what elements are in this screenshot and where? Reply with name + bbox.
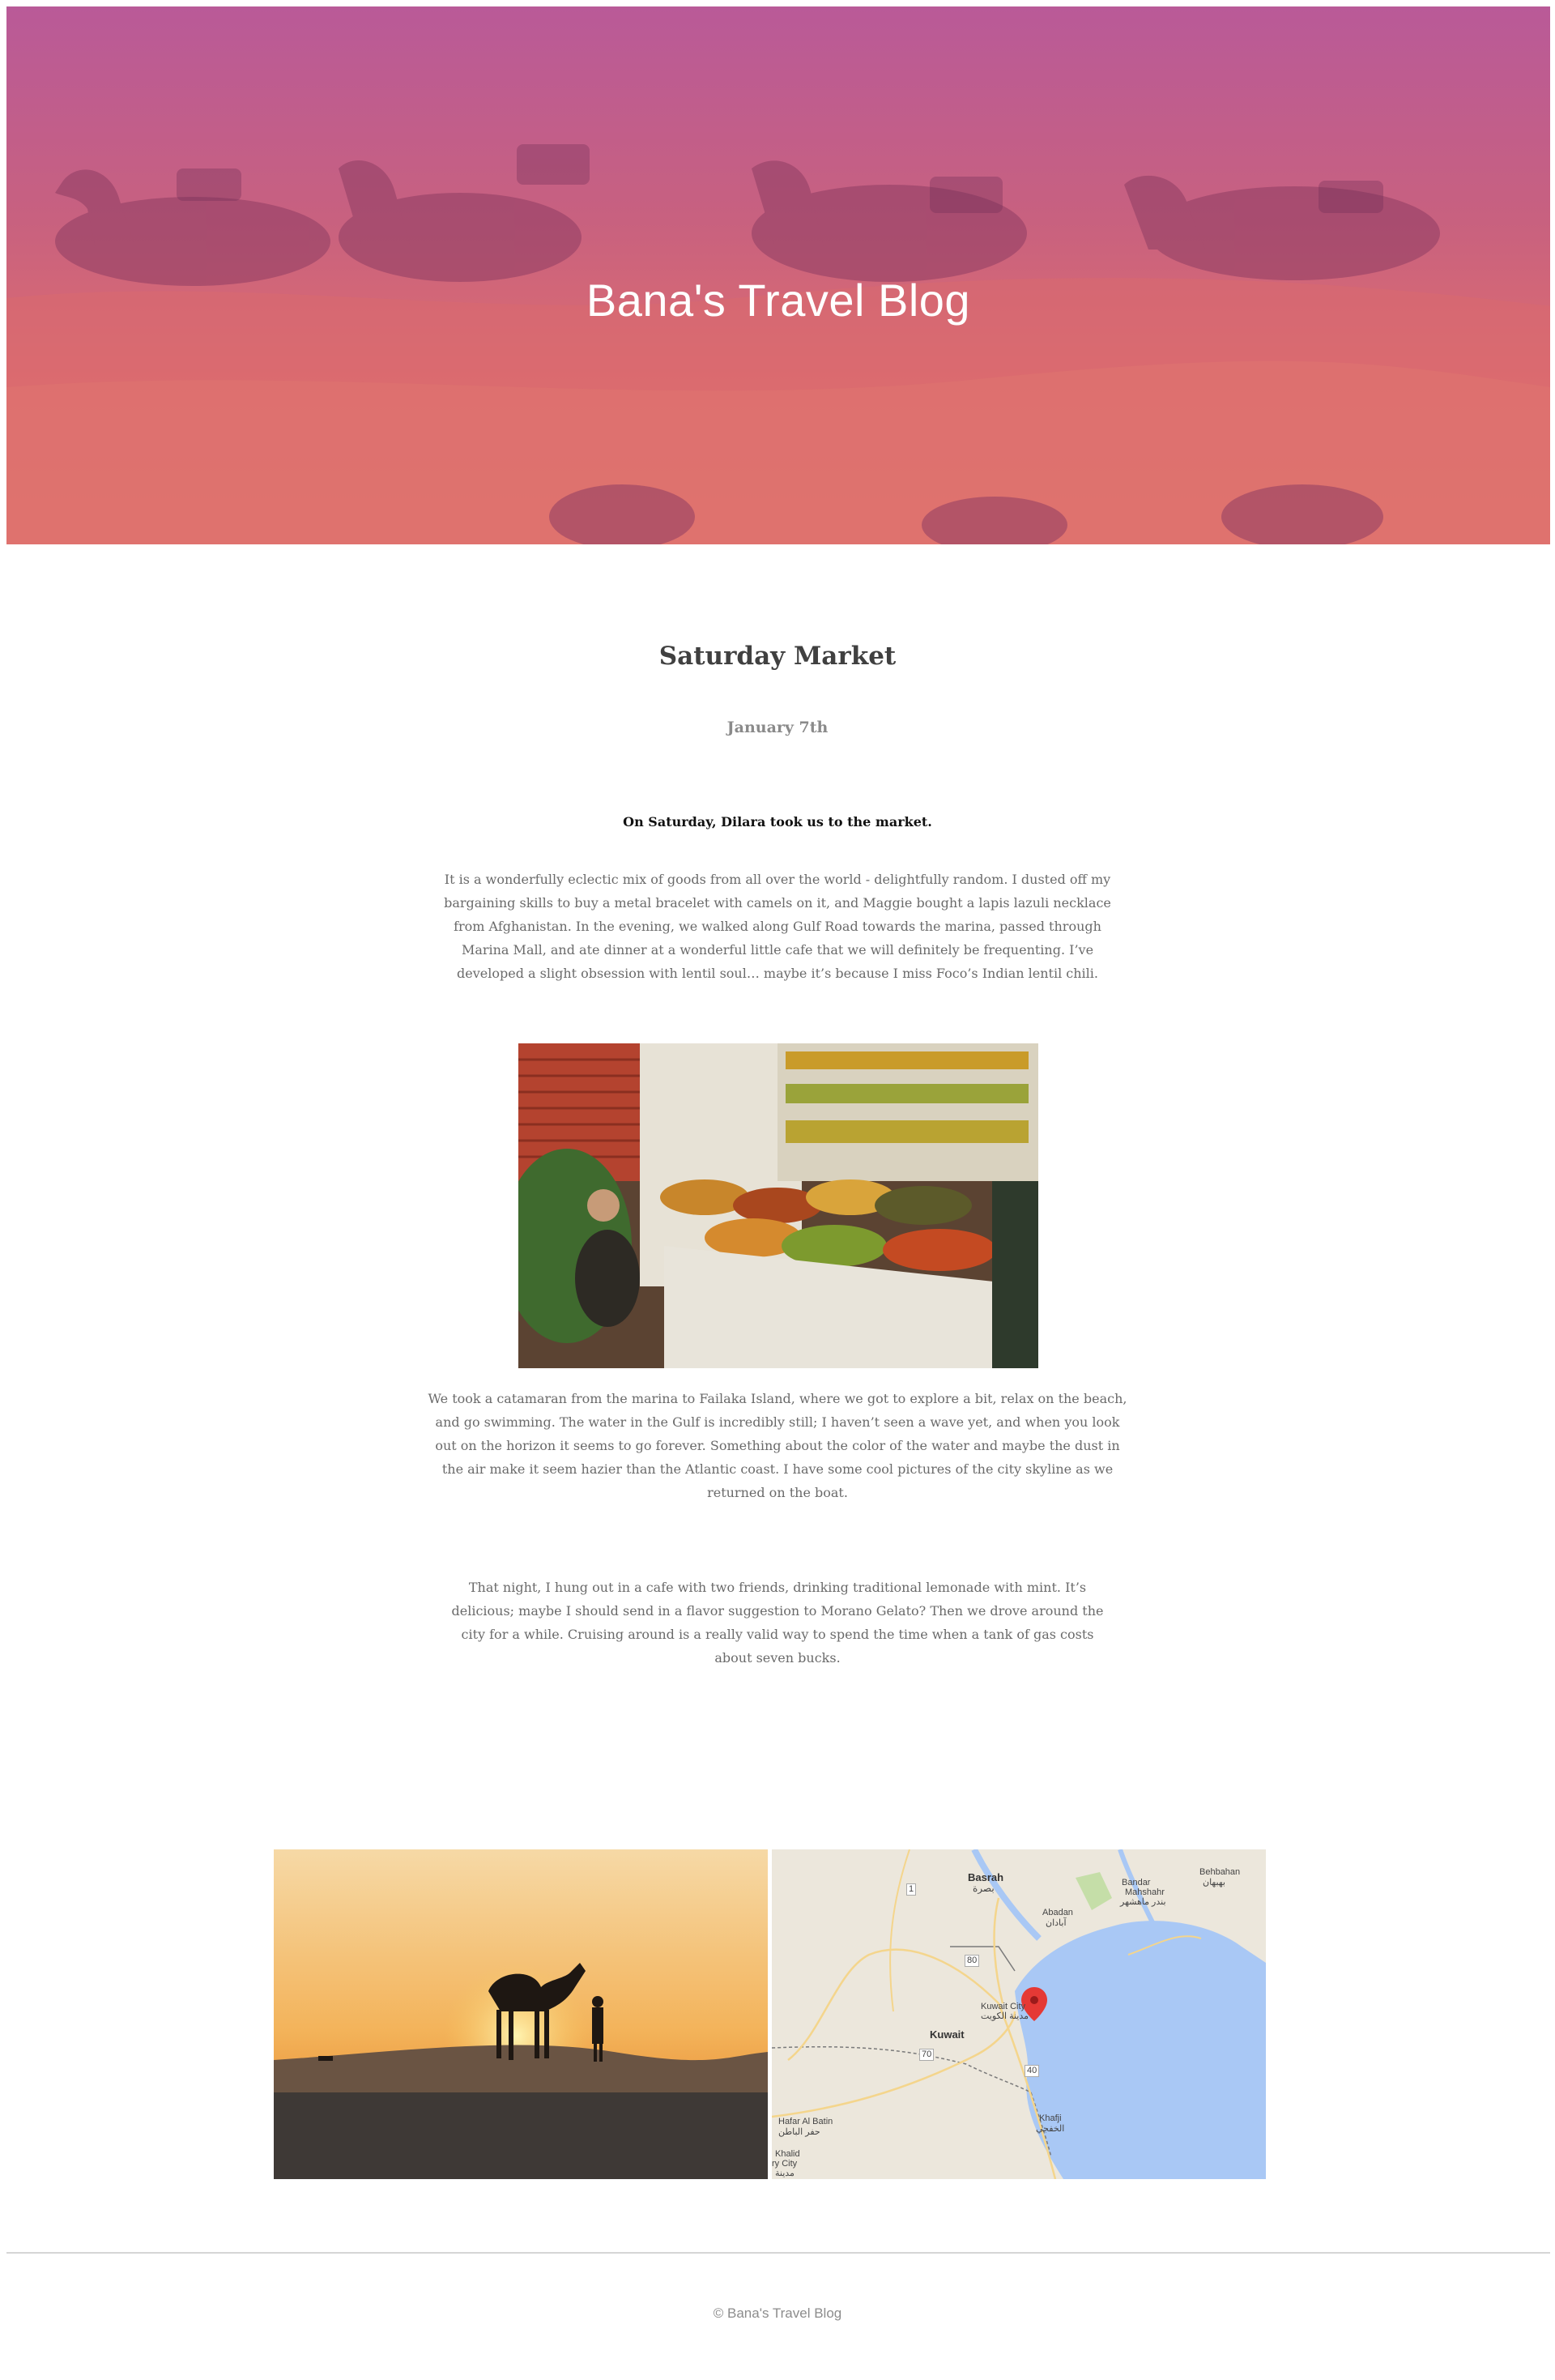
map-label-kuwait: Kuwait [930,2028,965,2041]
site-title: Bana's Travel Blog [586,275,971,326]
post-lead: On Saturday, Dilara took us to the marke… [623,814,932,830]
market-stall-graphic [518,1043,1038,1368]
camel-sunset-image [274,1849,768,2179]
post-date: January 7th [726,719,829,736]
kuwait-map[interactable]: Basrah بصرة Abadan آبادان Bandar Mahshah… [772,1849,1266,2179]
camel-sunset-graphic [274,1849,768,2179]
map-label-basrah-ar: بصرة [973,1883,995,1894]
map-label-basrah: Basrah [968,1871,1004,1883]
map-label-abadan-ar: آبادان [1046,1918,1067,1928]
map-label-khafji-ar: الخفجي [1036,2124,1065,2134]
hero-banner: Bana's Travel Blog [6,6,1550,544]
map-label-behbahan: Behbahan [1199,1867,1241,1877]
road-shield-70: 70 [919,2049,935,2061]
road-shield-40: 40 [1025,2065,1040,2077]
footer-copyright: © Bana's Travel Blog [713,2305,842,2321]
map-label-kuwait-city-ar: مدينة الكويت [981,2011,1029,2021]
post-paragraph: It is a wonderfully eclectic mix of good… [444,872,1111,981]
road-shield-1: 1 [906,1883,917,1896]
map-label-abadan: Abadan [1042,1908,1073,1917]
road-shield-80: 80 [965,1955,980,1967]
map-label-khalid-ar: مدينة [775,2169,795,2178]
post-title: Saturday Market [658,642,897,671]
map-label-khafji: Khafji [1039,2113,1062,2123]
post-paragraph: We took a catamaran from the marina to F… [428,1391,1127,1500]
map-label-hafar-ar: حفر الباطن [778,2127,820,2137]
post-paragraph: That night, I hung out in a cafe with tw… [451,1580,1104,1666]
market-stall-image [518,1043,1038,1368]
map-label-behbahan-ar: بهبهان [1203,1878,1225,1887]
footer-divider [6,2252,1550,2254]
map-label-hafar: Hafar Al Batin [778,2117,833,2126]
map-label-mahshahr-ar: بندر ماهشهر [1120,1897,1166,1907]
